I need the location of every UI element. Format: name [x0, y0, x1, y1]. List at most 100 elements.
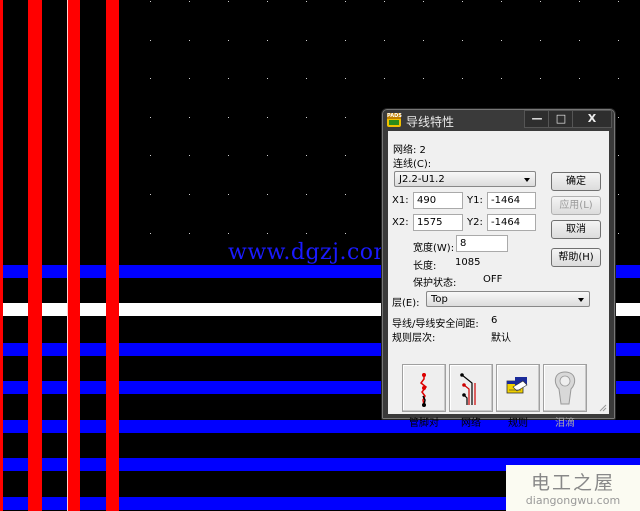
grid-dot — [306, 1, 307, 2]
grid-dot — [228, 194, 229, 195]
brand-english: diangongwu.com — [525, 494, 621, 507]
teardrop-icon — [554, 371, 576, 405]
x1-input[interactable]: 490 — [413, 192, 463, 209]
apply-button[interactable]: 应用(L) — [551, 196, 601, 215]
grid-dot — [189, 233, 190, 234]
grid-dot — [306, 233, 307, 234]
grid-dot — [267, 1, 268, 2]
grid-dot — [345, 117, 346, 118]
maximize-icon: □ — [555, 112, 567, 125]
grid-dot — [618, 117, 619, 118]
grid-dot — [462, 78, 463, 79]
trace-top-layer[interactable] — [0, 0, 3, 511]
watermark-url: www.dgzj.com — [228, 240, 395, 265]
grid-dot — [228, 78, 229, 79]
trace-top-layer[interactable] — [28, 0, 42, 511]
grid-dot — [189, 40, 190, 41]
app-icon-board — [389, 120, 399, 125]
net-icon — [460, 373, 476, 405]
grid-dot — [384, 40, 385, 41]
width-label: 宽度(W): — [413, 243, 455, 254]
grid-dot — [384, 1, 385, 2]
grid-dot — [618, 78, 619, 79]
grid-dot — [423, 1, 424, 2]
grid-dot — [150, 1, 151, 2]
grid-dot — [228, 233, 229, 234]
y1-label: Y1: — [467, 195, 483, 206]
close-icon: X — [587, 112, 597, 125]
dialog-title: 导线特性 — [406, 115, 455, 129]
pin-pair-icon — [419, 373, 428, 407]
grid-dot — [345, 233, 346, 234]
connection-select[interactable]: J2.2-U1.2 — [394, 171, 536, 187]
grid-dot — [228, 1, 229, 2]
layer-label: 层(E): — [392, 298, 420, 309]
rules-button[interactable] — [496, 364, 540, 412]
grid-dot — [579, 40, 580, 41]
clearance-label: 导线/导线安全间距: — [392, 319, 479, 330]
rule-level-value: 默认 — [491, 333, 511, 344]
brand-watermark: 电工之屋 diangongwu.com — [506, 465, 640, 511]
trace-top-layer[interactable] — [67, 0, 80, 511]
grid-dot — [462, 1, 463, 2]
grid-dot — [267, 117, 268, 118]
grid-dot — [462, 40, 463, 41]
grid-dot — [267, 155, 268, 156]
minimize-icon: — — [531, 112, 543, 125]
grid-dot — [618, 155, 619, 156]
cancel-button[interactable]: 取消 — [551, 220, 601, 239]
help-button[interactable]: 帮助(H) — [551, 248, 601, 267]
grid-dot — [579, 1, 580, 2]
grid-dot — [228, 117, 229, 118]
grid-dot — [306, 40, 307, 41]
grid-dot — [306, 117, 307, 118]
pads-app-icon: PADS — [387, 113, 402, 127]
y1-input[interactable]: -1464 — [487, 192, 536, 209]
width-input[interactable]: 8 — [456, 235, 508, 252]
grid-dot — [228, 155, 229, 156]
grid-dot — [150, 194, 151, 195]
grid-dot — [267, 78, 268, 79]
grid-dot — [618, 194, 619, 195]
minimize-button[interactable]: — — [524, 110, 550, 128]
protect-label: 保护状态: — [413, 278, 457, 289]
x2-label: X2: — [392, 217, 409, 228]
grid-dot — [618, 40, 619, 41]
trace-top-layer[interactable] — [106, 0, 119, 511]
grid-dot — [345, 155, 346, 156]
net-button[interactable] — [449, 364, 493, 412]
rule-level-label: 规则层次: — [392, 333, 436, 344]
grid-dot — [618, 1, 619, 2]
layer-value: Top — [431, 294, 448, 305]
grid-dot — [423, 78, 424, 79]
layer-select[interactable]: Top — [426, 291, 590, 307]
chevron-down-icon — [578, 298, 584, 302]
app-icon-text: PADS — [387, 113, 402, 119]
connection-value: J2.2-U1.2 — [399, 174, 445, 185]
title-bar[interactable]: PADS 导线特性 — □ X — [382, 109, 615, 131]
x1-label: X1: — [392, 195, 409, 206]
pin-pair-button[interactable] — [402, 364, 446, 412]
grid-dot — [267, 194, 268, 195]
x2-input[interactable]: 1575 — [413, 214, 463, 231]
ok-button[interactable]: 确定 — [551, 172, 601, 191]
maximize-button[interactable]: □ — [548, 110, 574, 128]
grid-dot — [501, 40, 502, 41]
rules-icon — [506, 377, 528, 394]
net-label: 网络: 2 — [393, 145, 426, 156]
grid-dot — [189, 194, 190, 195]
protect-value: OFF — [483, 274, 503, 285]
resize-grip-icon[interactable] — [599, 404, 607, 412]
trace-properties-dialog: PADS 导线特性 — □ X 网络: 2 连线(C): J2.2-U1.2 X… — [381, 108, 616, 429]
grid-dot — [345, 78, 346, 79]
grid-dot — [306, 194, 307, 195]
y2-input[interactable]: -1464 — [487, 214, 536, 231]
grid-dot — [189, 117, 190, 118]
grid-dot — [501, 1, 502, 2]
teardrop-button[interactable] — [543, 364, 587, 412]
grid-dot — [306, 78, 307, 79]
brand-chinese: 电工之屋 — [530, 472, 615, 494]
teardrop-label: 泪滴 — [555, 418, 575, 429]
grid-dot — [150, 155, 151, 156]
close-button[interactable]: X — [572, 110, 612, 128]
